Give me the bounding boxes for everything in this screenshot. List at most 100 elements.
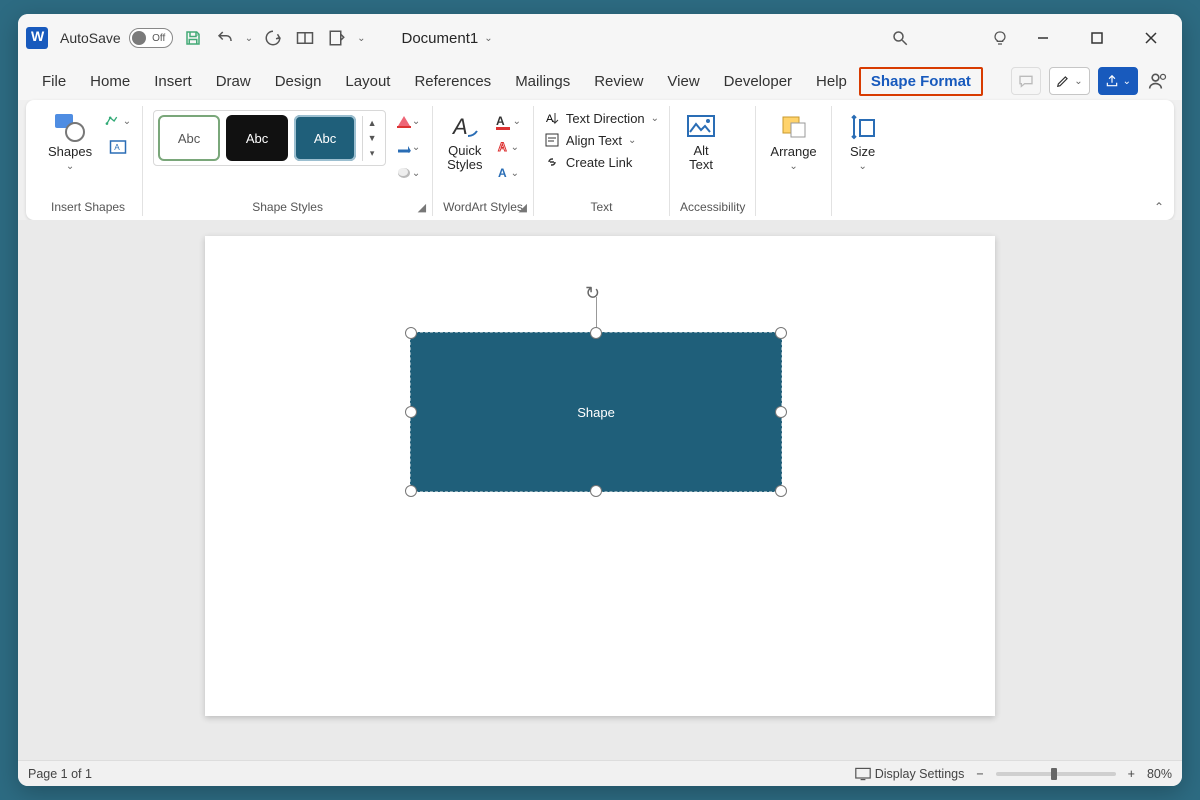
arrange-label: Arrange (770, 144, 816, 159)
share-icon (1105, 74, 1119, 88)
shape-styles-launcher-icon[interactable]: ◢ (418, 201, 426, 214)
search-icon[interactable] (888, 26, 912, 50)
align-text-button[interactable]: Align Text⌄ (544, 132, 659, 148)
zoom-out-button[interactable]: − (976, 767, 983, 781)
document-canvas[interactable]: Shape ↻ (18, 220, 1182, 760)
undo-more-icon[interactable]: ⌄ (245, 33, 253, 44)
comments-icon[interactable] (1011, 67, 1041, 95)
selected-shape[interactable]: Shape ↻ (410, 332, 782, 492)
size-button[interactable]: Size ⌄ (842, 110, 884, 174)
style-preset-1[interactable]: Abc (158, 115, 220, 161)
resize-handle-sw[interactable] (405, 485, 417, 497)
collapse-ribbon-icon[interactable]: ⌃ (1154, 200, 1164, 214)
resize-handle-ne[interactable] (775, 327, 787, 339)
editing-mode-button[interactable]: ⌄ (1049, 67, 1089, 95)
shapes-label: Shapes (48, 144, 92, 159)
pencil-icon (1056, 74, 1070, 88)
tab-review[interactable]: Review (582, 67, 655, 96)
group-accessibility: Alt Text Accessibility (670, 106, 756, 216)
zoom-level[interactable]: 80% (1147, 767, 1172, 781)
resize-handle-s[interactable] (590, 485, 602, 497)
shape-text[interactable]: Shape (577, 405, 615, 420)
resize-handle-w[interactable] (405, 406, 417, 418)
size-icon (846, 112, 880, 142)
tab-extras: ⌄ ⌄ (1011, 67, 1170, 95)
ribbon-tabs: File Home Insert Draw Design Layout Refe… (18, 62, 1182, 100)
share-button[interactable]: ⌄ (1098, 67, 1138, 95)
tab-mailings[interactable]: Mailings (503, 67, 582, 96)
tab-draw[interactable]: Draw (204, 67, 263, 96)
quick-styles-button[interactable]: A Quick Styles (443, 110, 486, 175)
gallery-scroll[interactable]: ▲▼▾ (362, 116, 381, 161)
autosave-label: AutoSave (60, 30, 121, 46)
qat-item-1-icon[interactable] (293, 26, 317, 50)
resize-handle-e[interactable] (775, 406, 787, 418)
status-bar: Page 1 of 1 Display Settings − + 80% (18, 760, 1182, 786)
rotation-handle-icon[interactable]: ↻ (585, 283, 607, 305)
shape-outline-icon[interactable]: ⌄ (394, 136, 422, 158)
tab-design[interactable]: Design (263, 67, 334, 96)
quick-styles-label: Quick Styles (447, 144, 482, 173)
text-outline-icon[interactable]: A⌄ (495, 136, 523, 158)
text-effects-icon[interactable]: A⌄ (495, 162, 523, 184)
alt-text-label: Alt Text (689, 144, 713, 173)
group-insert-shapes: Shapes ⌄ ⌄ A Insert Shapes (34, 106, 143, 216)
group-shape-styles: Abc Abc Abc ▲▼▾ ⌄ ⌄ ⌄ Shape Styles ◢ (143, 106, 433, 216)
shape-style-gallery[interactable]: Abc Abc Abc ▲▼▾ (153, 110, 386, 166)
close-button[interactable] (1128, 24, 1174, 52)
save-icon[interactable] (181, 26, 205, 50)
wordart-launcher-icon[interactable]: ◢ (518, 201, 526, 214)
text-fill-icon[interactable]: A⌄ (495, 110, 523, 132)
style-preset-3[interactable]: Abc (294, 115, 356, 161)
tips-icon[interactable] (988, 26, 1012, 50)
tab-layout[interactable]: Layout (333, 67, 402, 96)
alt-text-button[interactable]: Alt Text (680, 110, 722, 175)
svg-text:A: A (546, 113, 554, 125)
group-label-shape-styles: Shape Styles ◢ (153, 200, 422, 214)
qat-customize-icon[interactable]: ⌄ (357, 33, 365, 44)
tab-insert[interactable]: Insert (142, 67, 204, 96)
size-label: Size (850, 144, 875, 159)
tab-shape-format[interactable]: Shape Format (859, 67, 983, 96)
account-icon[interactable] (1146, 69, 1170, 93)
undo-icon[interactable] (213, 26, 237, 50)
style-preset-2[interactable]: Abc (226, 115, 288, 161)
redo-icon[interactable] (261, 26, 285, 50)
maximize-button[interactable] (1074, 24, 1120, 52)
arrange-button[interactable]: Arrange ⌄ (766, 110, 820, 174)
zoom-in-button[interactable]: + (1128, 767, 1135, 781)
resize-handle-nw[interactable] (405, 327, 417, 339)
shape-effects-icon[interactable]: ⌄ (394, 162, 422, 184)
create-link-button[interactable]: Create Link (544, 154, 659, 170)
tab-file[interactable]: File (30, 67, 78, 96)
group-wordart-styles: A Quick Styles A⌄ A⌄ A⌄ WordArt Styles ◢ (433, 106, 534, 216)
doc-title-chevron-icon: ⌄ (484, 33, 492, 44)
tab-references[interactable]: References (402, 67, 503, 96)
text-box-icon[interactable]: A (104, 136, 132, 158)
tab-view[interactable]: View (655, 67, 711, 96)
tab-help[interactable]: Help (804, 67, 859, 96)
resize-handle-n[interactable] (590, 327, 602, 339)
display-settings-button[interactable]: Display Settings (855, 767, 965, 781)
svg-text:A: A (114, 143, 120, 152)
ribbon: Shapes ⌄ ⌄ A Insert Shapes Abc Abc (26, 100, 1174, 220)
page-indicator[interactable]: Page 1 of 1 (28, 767, 92, 781)
autosave-toggle[interactable]: Off (129, 28, 173, 48)
shape-fill-icon[interactable]: ⌄ (394, 110, 422, 132)
resize-handle-se[interactable] (775, 485, 787, 497)
tab-developer[interactable]: Developer (712, 67, 804, 96)
qat-item-2-icon[interactable] (325, 26, 349, 50)
minimize-button[interactable] (1020, 24, 1066, 52)
document-title[interactable]: Document1 ⌄ (402, 30, 493, 47)
group-arrange: Arrange ⌄ (756, 106, 831, 216)
edit-shape-icon[interactable]: ⌄ (104, 110, 132, 132)
document-page[interactable]: Shape ↻ (205, 236, 995, 716)
group-label-insert-shapes: Insert Shapes (44, 200, 132, 214)
arrange-icon (777, 112, 811, 142)
shapes-button[interactable]: Shapes ⌄ (44, 110, 96, 174)
tab-home[interactable]: Home (78, 67, 142, 96)
text-direction-button[interactable]: A Text Direction⌄ (544, 110, 659, 126)
zoom-slider[interactable] (996, 772, 1116, 776)
shapes-icon (53, 112, 87, 142)
quick-styles-icon: A (448, 112, 482, 142)
